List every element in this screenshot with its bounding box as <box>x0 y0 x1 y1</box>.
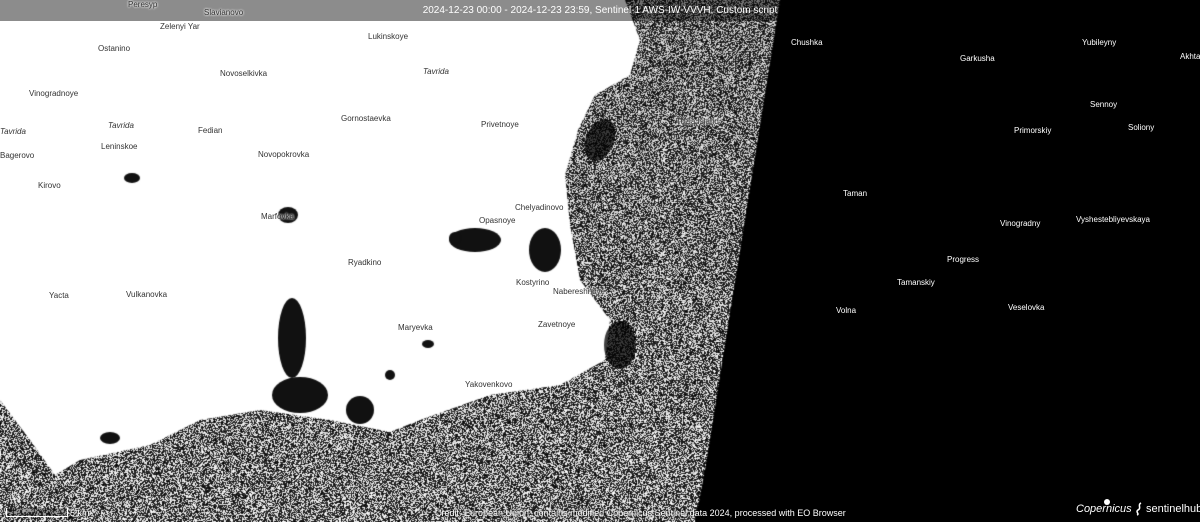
place-label: Chelyadinovo <box>515 203 564 212</box>
map-viewport[interactable]: 2024-12-23 00:00 - 2024-12-23 23:59, Sen… <box>0 0 1200 522</box>
place-label: Gornostaevka <box>341 114 391 123</box>
place-label: Leninskoe <box>101 142 138 151</box>
place-label: Nabereshnoye <box>553 287 606 296</box>
image-title: 2024-12-23 00:00 - 2024-12-23 23:59, Sen… <box>422 5 778 16</box>
place-label: Akhtanizovskaya <box>1180 52 1200 61</box>
place-label: Vulkanovka <box>126 290 168 299</box>
place-label: Primorskiy <box>1014 126 1052 135</box>
place-label: Novoselkivka <box>220 69 268 78</box>
place-label: Lukinskoye <box>368 32 409 41</box>
place-label: Sennoy <box>1090 100 1118 109</box>
place-label: Bagerovo <box>0 151 35 160</box>
place-label: Garkusha <box>960 54 995 63</box>
place-label: Ryadkino <box>348 258 382 267</box>
sar-image-layer[interactable] <box>0 0 1200 522</box>
scale-bar <box>6 508 68 517</box>
sentinelhub-logo[interactable]: sentinelhub <box>1146 503 1200 515</box>
place-label: Peresyp <box>128 0 158 9</box>
place-label: Progress <box>947 255 980 264</box>
place-label: Marfovka <box>261 212 294 221</box>
road-label: Tavrida <box>423 67 449 76</box>
place-label: Taman <box>843 189 868 198</box>
sentinelhub-logo-icon <box>1136 502 1142 516</box>
place-label: Slavianovo <box>204 8 244 17</box>
place-label: Vyshestebliyevskaya <box>1076 215 1150 224</box>
place-label: Fedian <box>198 126 223 135</box>
place-label: Yacta <box>49 291 69 300</box>
place-label: Veselovka <box>1008 303 1045 312</box>
place-label: Kostyrino <box>516 278 550 287</box>
place-label: Ostanino <box>98 44 131 53</box>
place-label: Vinogradny <box>1000 219 1041 228</box>
place-label: Privetnoye <box>481 120 519 129</box>
copernicus-logo[interactable]: Copernicus <box>1076 503 1132 515</box>
place-label: Chushka <box>791 38 823 47</box>
place-label: Volna <box>836 306 857 315</box>
place-label: Opasnoye <box>479 216 516 225</box>
copernicus-logo-icon <box>1104 499 1110 505</box>
place-label: Tamanskiy <box>897 278 935 287</box>
place-label: Tuzla Island <box>676 117 719 126</box>
place-label: Zelenyi Yar <box>160 22 200 31</box>
scale-label: 5 km <box>70 508 90 518</box>
place-label: Yubileyny <box>1082 38 1117 47</box>
place-label: Vinogradnoye <box>29 89 79 98</box>
place-label: Zavetnoye <box>538 320 576 329</box>
road-label: Tavrida <box>108 121 134 130</box>
place-label: Maryevka <box>398 323 433 332</box>
place-label: Yakovenkovo <box>465 380 513 389</box>
place-label: Soliony <box>1128 123 1155 132</box>
attribution-text[interactable]: Credit: European Union, contains modifie… <box>435 507 846 519</box>
road-label: Tavrida <box>0 127 26 136</box>
place-label: Kirovo <box>38 181 61 190</box>
place-label: Novopokrovka <box>258 150 310 159</box>
